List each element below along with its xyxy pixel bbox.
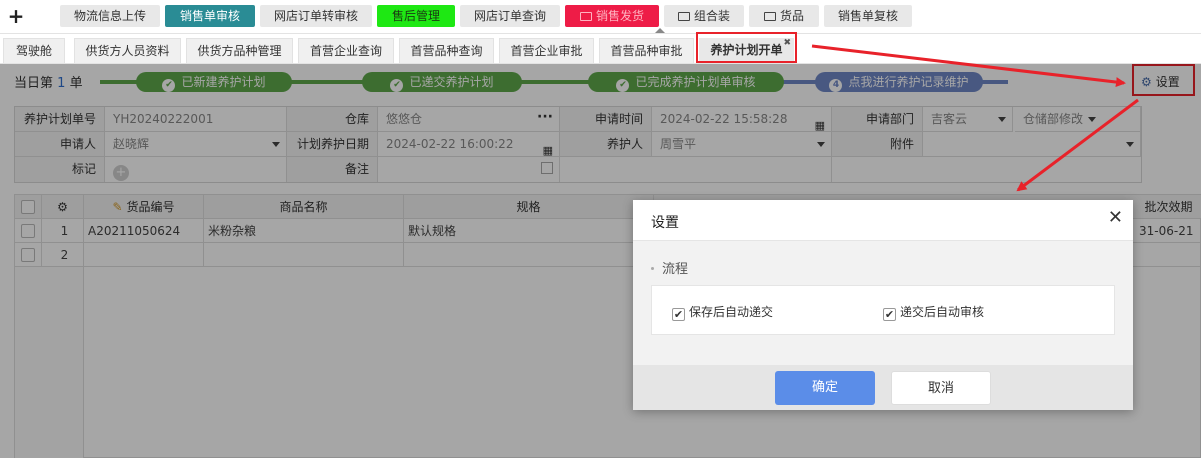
tab-label: 供货方人员资料 — [85, 44, 170, 58]
section-heading: 流程 — [651, 258, 688, 277]
tab-first-enterprise-approval[interactable]: 首营企业审批 — [499, 38, 594, 63]
shortcut-label: 销售单审核 — [179, 9, 240, 23]
add-shortcut-button[interactable]: + — [6, 3, 26, 29]
folder-icon — [763, 12, 776, 21]
settings-dialog: 设置 ✕ 流程 ✔ 保存后自动递交 ✔ 递交后自动审核 确定 取消 — [633, 200, 1133, 410]
tab-cockpit[interactable]: 驾驶舱 — [3, 38, 65, 63]
shortcut-label: 售后管理 — [391, 9, 440, 23]
checkmark-icon: ✔ — [672, 308, 685, 321]
checkmark-icon: ✔ — [883, 308, 896, 321]
tab-label: 首营品种审批 — [610, 44, 683, 58]
shortcut-label: 物流信息上传 — [73, 9, 146, 23]
shortcut-label: 货品 — [779, 9, 804, 23]
dialog-body: 流程 ✔ 保存后自动递交 ✔ 递交后自动审核 — [633, 240, 1133, 365]
dialog-title: 设置 — [651, 215, 679, 231]
shortcut-label: 网店订单转审核 — [273, 9, 358, 23]
shortcut-bundle[interactable]: 组合装 — [664, 5, 744, 27]
tab-label: 驾驶舱 — [15, 44, 52, 58]
tab-label: 供货方品种管理 — [197, 44, 282, 58]
top-toolbar: + 物流信息上传 销售单审核 网店订单转审核 售后管理 网店订单查询 销售发货 … — [0, 0, 1201, 34]
folder-icon — [579, 12, 592, 21]
tab-first-enterprise-query[interactable]: 首营企业查询 — [298, 38, 394, 63]
options-panel: ✔ 保存后自动递交 ✔ 递交后自动审核 — [651, 285, 1115, 335]
shortcut-online-order-query[interactable]: 网店订单查询 — [460, 5, 560, 27]
shortcut-after-sales[interactable]: 售后管理 — [377, 5, 455, 27]
shortcut-sales-shipping[interactable]: 销售发货 — [565, 5, 659, 27]
shortcut-logistics-upload[interactable]: 物流信息上传 — [60, 5, 160, 27]
shortcut-label: 网店订单查询 — [473, 9, 546, 23]
tab-first-variety-approval[interactable]: 首营品种审批 — [599, 38, 694, 63]
bullet-icon — [651, 267, 654, 270]
folder-icon — [677, 12, 690, 21]
shortcut-label: 销售发货 — [595, 9, 644, 23]
tab-first-variety-query[interactable]: 首营品种查询 — [399, 38, 494, 63]
shortcut-label: 组合装 — [693, 9, 730, 23]
tab-label: 首营品种查询 — [410, 44, 483, 58]
close-icon[interactable]: ✕ — [1108, 208, 1123, 228]
auto-review-checkbox[interactable]: ✔ 递交后自动审核 — [883, 303, 984, 321]
shortcut-label: 销售单复核 — [837, 9, 898, 23]
tab-supplier-staff[interactable]: 供货方人员资料 — [74, 38, 181, 63]
tab-label: 首营企业审批 — [510, 44, 583, 58]
caret-up-icon — [655, 28, 665, 33]
checkbox-label: 保存后自动递交 — [689, 305, 774, 319]
tab-bar: 驾驶舱 供货方人员资料 供货方品种管理 首营企业查询 首营品种查询 首营企业审批… — [0, 35, 1201, 64]
shortcut-online-order-review[interactable]: 网店订单转审核 — [260, 5, 372, 27]
shortcut-goods[interactable]: 货品 — [749, 5, 819, 27]
tab-supplier-varieties[interactable]: 供货方品种管理 — [186, 38, 293, 63]
highlight-box-tab — [696, 32, 797, 63]
tab-label: 首营企业查询 — [309, 44, 382, 58]
shortcut-sales-review[interactable]: 销售单审核 — [165, 5, 255, 27]
auto-submit-checkbox[interactable]: ✔ 保存后自动递交 — [672, 303, 773, 321]
confirm-button[interactable]: 确定 — [775, 371, 875, 405]
section-label: 流程 — [662, 262, 689, 277]
checkbox-label: 递交后自动审核 — [900, 305, 985, 319]
cancel-button[interactable]: 取消 — [891, 371, 991, 405]
shortcut-sales-recheck[interactable]: 销售单复核 — [824, 5, 912, 27]
dialog-footer: 确定 取消 — [633, 365, 1133, 410]
